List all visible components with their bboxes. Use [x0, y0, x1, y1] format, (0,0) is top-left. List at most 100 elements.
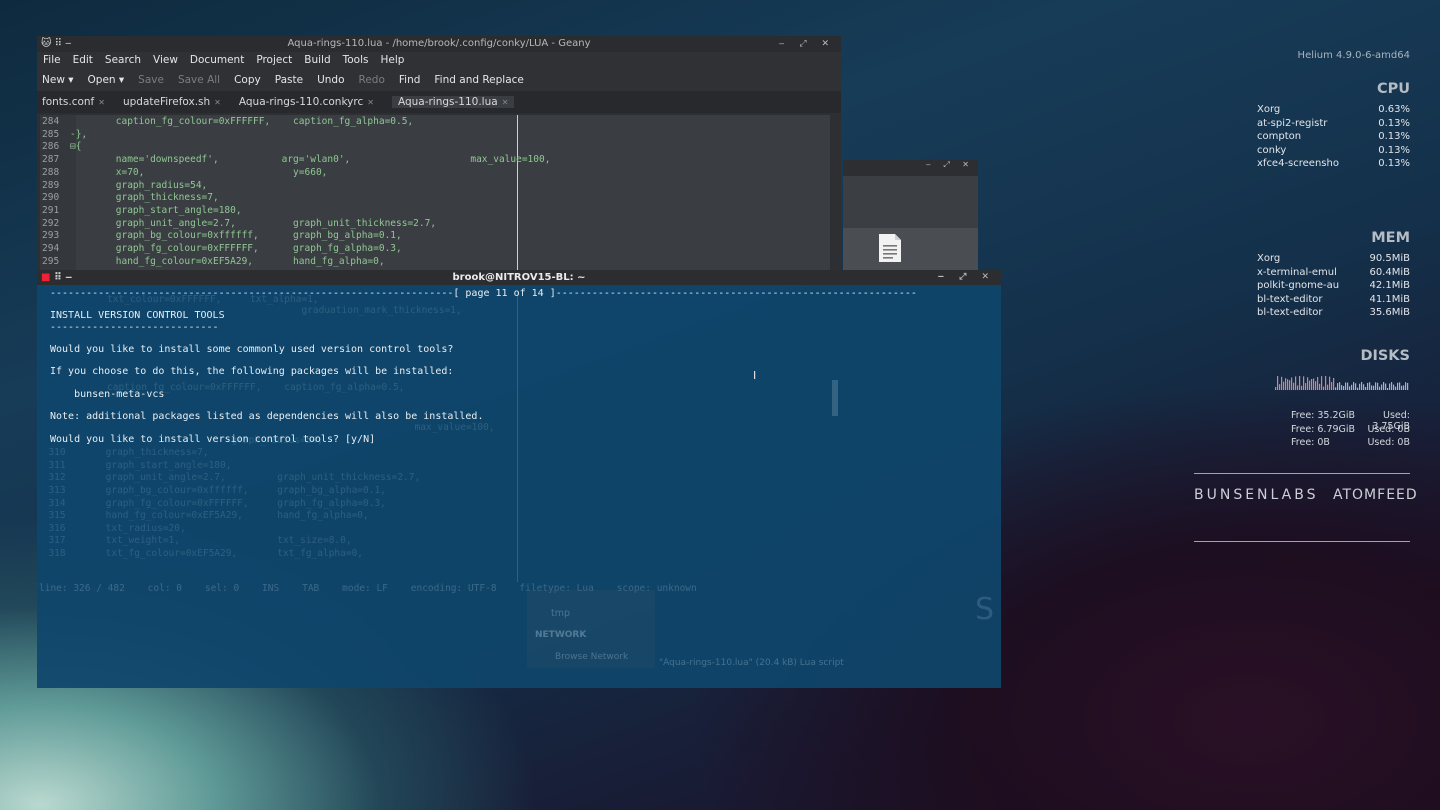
toolbar-save-button[interactable]: Save: [138, 74, 164, 86]
tab-0[interactable]: fonts.conf ✕: [42, 96, 105, 108]
file-manager-window[interactable]: ‒ ⤢ ✕: [843, 160, 978, 270]
disk-graph-bar: [1389, 383, 1391, 390]
tab-close-icon[interactable]: ✕: [98, 98, 105, 107]
process-value: 60.4MiB: [1369, 266, 1410, 278]
menu-search[interactable]: Search: [105, 54, 141, 66]
cpu-process-row: Xorg 0.63%: [1257, 103, 1410, 117]
process-value: 35.6MiB: [1369, 307, 1410, 319]
menu-help[interactable]: Help: [381, 54, 405, 66]
brand-bunsenlabs: BUNSENLABS: [1194, 487, 1319, 503]
terminal-prompt[interactable]: Would you like to install version contro…: [50, 434, 375, 445]
terminal-question: Would you like to install some commonly …: [50, 344, 454, 355]
geany-window[interactable]: 🐱 ⠿ ‒ Aqua-rings-110.lua - /home/brook/.…: [37, 36, 841, 270]
tab-close-icon[interactable]: ✕: [367, 98, 374, 107]
terminal-heading: INSTALL VERSION CONTROL TOOLS: [50, 310, 225, 321]
disk-graph-bar: [1357, 387, 1359, 390]
menu-edit[interactable]: Edit: [73, 54, 93, 66]
code-line: 290 graph_thickness=7,: [40, 192, 219, 205]
disk-graph-bar: [1351, 384, 1353, 390]
toolbar-copy-button[interactable]: Copy: [234, 74, 261, 86]
terminal-app-icon: ■ ⠿ ‒: [41, 272, 73, 283]
terminal-titlebar[interactable]: ■ ⠿ ‒ brook@NITROV15-BL: ~ ‒ ⤢ ✕: [37, 270, 1001, 285]
disk-graph-bar: [1281, 376, 1283, 390]
menu-project[interactable]: Project: [256, 54, 292, 66]
process-value: 0.13%: [1378, 117, 1410, 129]
cpu-process-row: xfce4-screensho 0.13%: [1257, 157, 1410, 171]
menu-view[interactable]: View: [153, 54, 178, 66]
disk-graph-bar: [1335, 387, 1337, 390]
file-manager-window-controls[interactable]: ‒ ⤢ ✕: [926, 160, 974, 170]
cpu-process-row: compton 0.13%: [1257, 130, 1410, 144]
cpu-process-row: conky 0.13%: [1257, 144, 1410, 158]
process-name: compton: [1257, 131, 1302, 143]
disk-graph-bar: [1299, 376, 1301, 390]
ghost-fm-status: "Aqua-rings-110.lua" (20.4 kB) Lua scrip…: [659, 658, 844, 668]
disk-graph-bar: [1379, 386, 1381, 390]
mem-process-row: polkit-gnome-au 42.1MiB: [1257, 279, 1410, 293]
toolbar-paste-button[interactable]: Paste: [275, 74, 303, 86]
disk-graph-bar: [1401, 385, 1403, 390]
tab-3[interactable]: Aqua-rings-110.lua ✕: [391, 96, 515, 108]
toolbar-find-and-replace-button[interactable]: Find and Replace: [434, 74, 523, 86]
line-text: ⊟{: [70, 141, 82, 153]
ghost-fm-browse: Browse Network: [555, 652, 629, 662]
tab-label: Aqua-rings-110.lua: [397, 96, 498, 108]
menu-tools[interactable]: Tools: [343, 54, 369, 66]
tab-close-icon[interactable]: ✕: [214, 98, 221, 107]
ghost-s-glyph: S: [975, 592, 995, 627]
disk-graph-bar: [1323, 386, 1325, 390]
code-line: 292 graph_unit_angle=2.7, graph_unit_thi…: [40, 218, 436, 231]
disk-graph-bar: [1309, 380, 1311, 390]
toolbar-new-button[interactable]: New ▾: [42, 74, 74, 86]
line-text: graph_start_angle=180,: [70, 204, 242, 216]
disk-graph-bar: [1407, 382, 1409, 390]
code-line: 295 hand_fg_colour=0xEF5A29, hand_fg_alp…: [40, 256, 385, 269]
file-manager-titlebar[interactable]: ‒ ⤢ ✕: [843, 160, 978, 176]
toolbar-undo-button[interactable]: Undo: [317, 74, 344, 86]
tab-2[interactable]: Aqua-rings-110.conkyrc ✕: [239, 96, 374, 108]
terminal-window[interactable]: ■ ⠿ ‒ brook@NITROV15-BL: ~ ‒ ⤢ ✕ txt_col…: [37, 270, 1001, 688]
line-number: 284: [42, 116, 60, 127]
line-number: 285: [42, 128, 60, 140]
process-name: at-spi2-registr: [1257, 117, 1328, 129]
disk-graph-bar: [1275, 387, 1277, 390]
text-file-icon[interactable]: [877, 233, 903, 263]
menu-document[interactable]: Document: [190, 54, 244, 66]
geany-title: Aqua-rings-110.lua - /home/brook/.config…: [287, 38, 591, 49]
disk-graph-bar: [1369, 382, 1371, 390]
line-number: 286: [42, 141, 60, 153]
toolbar-find-button[interactable]: Find: [399, 74, 421, 86]
toolbar-open-button[interactable]: Open ▾: [88, 74, 125, 86]
file-manager-files-pane[interactable]: [843, 228, 978, 270]
disk-graph-bar: [1319, 383, 1321, 390]
disk-graph-bar: [1327, 384, 1329, 390]
conky-mem-title: MEM: [1371, 230, 1410, 246]
toolbar-redo-button[interactable]: Redo: [359, 74, 385, 86]
ghost-fm-section: NETWORK: [535, 630, 587, 640]
disk-graph-bar: [1359, 383, 1361, 390]
disk-graph-bar: [1383, 382, 1385, 390]
disk-graph-bar: [1279, 384, 1281, 390]
code-editor[interactable]: 284 caption_fg_colour=0xFFFFFF, caption_…: [40, 115, 830, 270]
toolbar-save-all-button[interactable]: Save All: [178, 74, 220, 86]
geany-titlebar[interactable]: 🐱 ⠿ ‒ Aqua-rings-110.lua - /home/brook/.…: [37, 36, 841, 52]
disk-activity-graph: [1275, 376, 1409, 390]
disk-graph-bar: [1311, 378, 1313, 390]
terminal-window-controls[interactable]: ‒ ⤢ ✕: [938, 270, 995, 285]
menu-build[interactable]: Build: [304, 54, 330, 66]
process-value: 42.1MiB: [1369, 280, 1410, 292]
disk-graph-bar: [1287, 379, 1289, 390]
tab-1[interactable]: updateFirefox.sh ✕: [123, 96, 221, 108]
disk-graph-bar: [1333, 377, 1335, 390]
disk-graph-bar: [1353, 382, 1355, 390]
line-number: 292: [42, 217, 60, 229]
disk-graph-bar: [1405, 382, 1407, 390]
disk-free: Free: 0B: [1291, 437, 1330, 448]
disk-graph-bar: [1341, 385, 1343, 390]
menu-file[interactable]: File: [43, 54, 61, 66]
disk-graph-bar: [1393, 384, 1395, 390]
disk-graph-bar: [1363, 384, 1365, 390]
tab-close-icon[interactable]: ✕: [502, 98, 509, 107]
geany-window-controls[interactable]: ‒ ⤢ ✕: [779, 36, 835, 52]
line-number: 290: [42, 192, 60, 204]
